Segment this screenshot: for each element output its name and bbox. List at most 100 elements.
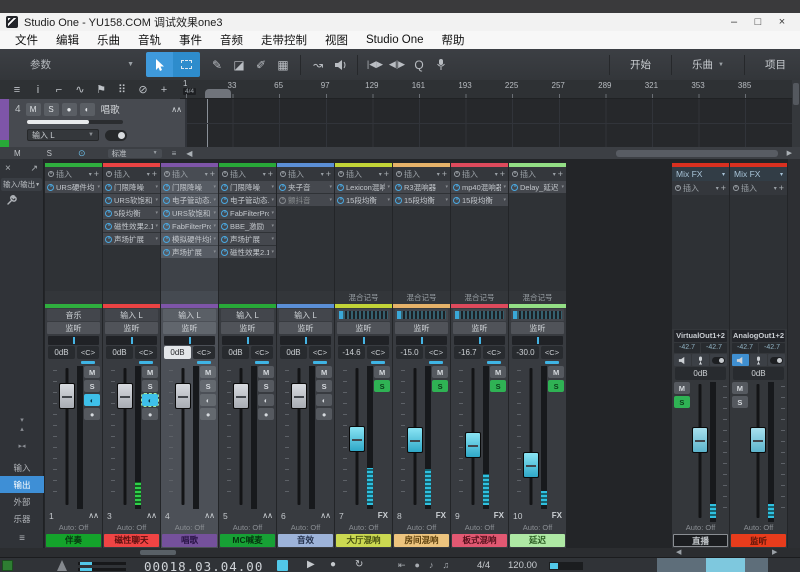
insert-power-icon[interactable] <box>279 197 286 204</box>
insert-power-icon[interactable] <box>511 184 518 191</box>
mixer-nav-乐器[interactable]: 乐器 <box>0 510 44 527</box>
toolbar-button-1[interactable]: 乐曲▼ <box>678 49 738 80</box>
eraser-tool-button[interactable]: ◪ <box>228 52 250 77</box>
transport-mode-icon-1[interactable]: ● <box>415 560 420 571</box>
insert-slot[interactable]: 磁性效果2.1▾ <box>219 246 276 258</box>
menu-item[interactable]: 事件 <box>170 32 211 48</box>
insert-power-icon[interactable] <box>47 184 54 191</box>
cue-button[interactable]: 监听 <box>163 322 216 334</box>
insert-slot[interactable]: 15段均衡▾ <box>451 194 508 206</box>
track-record-button[interactable]: ● <box>62 103 77 116</box>
horizontal-scrollbar-thumb[interactable] <box>616 150 778 157</box>
add-insert-button[interactable]: + <box>210 169 215 179</box>
insert-power-icon[interactable] <box>279 184 286 191</box>
add-insert-button[interactable]: + <box>94 169 99 179</box>
scroll-left-arrow[interactable]: ◀ <box>186 149 192 158</box>
fader-track[interactable] <box>290 366 309 509</box>
volume-value[interactable]: 0dB <box>733 367 784 380</box>
solo-button[interactable]: S <box>432 380 448 392</box>
channel-input-row[interactable] <box>453 309 506 321</box>
automation-status[interactable]: Auto: Off <box>161 522 218 534</box>
automation-status[interactable]: Auto: Off <box>219 522 276 534</box>
footer-solo-button[interactable]: S <box>47 149 52 158</box>
insert-power-icon[interactable] <box>163 184 170 191</box>
menu-item[interactable]: Studio One <box>357 34 433 46</box>
fader-handle[interactable] <box>117 383 134 409</box>
solo-button[interactable]: S <box>732 396 748 408</box>
channel-input-row[interactable] <box>395 309 448 321</box>
solo-button[interactable]: S <box>200 380 216 392</box>
paint-tool-button[interactable]: ✐ <box>250 52 272 77</box>
add-insert-button[interactable]: + <box>442 169 447 179</box>
monitor-button[interactable]: ◐ <box>316 394 332 406</box>
volume-value[interactable]: 0dB <box>222 346 249 359</box>
scroll-left-arrow[interactable]: ◀ <box>676 548 681 556</box>
add-insert-button[interactable]: + <box>326 169 331 179</box>
pan-slider[interactable] <box>164 336 215 345</box>
record-arm-button[interactable]: ● <box>316 408 332 420</box>
power-icon[interactable] <box>338 171 344 177</box>
fader-track[interactable] <box>232 366 251 509</box>
menu-item[interactable]: 音频 <box>211 32 252 48</box>
power-icon[interactable] <box>675 185 681 191</box>
master-output-strip[interactable]: Mix FX ▾ 插入 ▾ + AnalogOut1+2 -42.7 -42.7… <box>730 163 787 548</box>
toolbar-button-0[interactable]: 开始 <box>616 49 665 80</box>
insert-power-icon[interactable] <box>105 210 112 217</box>
insert-slot[interactable]: 磁性效果2.1▾ <box>103 220 160 232</box>
pan-value[interactable]: <C> <box>309 346 331 359</box>
chevron-down-icon[interactable]: ▾ <box>780 171 783 178</box>
inserts-header[interactable]: 插入 ▾ + <box>730 181 787 195</box>
fader-track[interactable] <box>116 366 135 509</box>
fader-track[interactable] <box>464 366 483 509</box>
mixer-channel-strip[interactable]: 插入 ▾ + R3混响器▾15段均衡▾ 混合记号 监听 -15.0 <C> <box>393 163 450 548</box>
insert-power-icon[interactable] <box>163 210 170 217</box>
chevron-down-icon[interactable]: ▾ <box>716 185 719 192</box>
pan-value[interactable]: <C> <box>77 346 99 359</box>
insert-power-icon[interactable] <box>221 249 228 256</box>
track-volume-slider[interactable] <box>27 120 123 124</box>
monitor-button[interactable]: ◐ <box>258 394 274 406</box>
fader-handle[interactable] <box>750 427 767 453</box>
fader-track[interactable] <box>691 382 710 522</box>
record-button[interactable]: ● <box>330 559 336 570</box>
mute-button[interactable]: M <box>490 366 506 378</box>
output-name-tag[interactable]: 监听 <box>731 534 786 547</box>
insert-slot[interactable]: 电子管动态..▾ <box>219 194 276 206</box>
sends-row[interactable]: 混合记号 <box>509 291 566 304</box>
mute-button[interactable]: M <box>200 366 216 378</box>
arrange-vertical-scrollbar[interactable] <box>792 80 800 147</box>
pan-value[interactable]: <C> <box>483 346 505 359</box>
arrange-tool-icon-1[interactable]: i <box>29 84 47 96</box>
fader-handle[interactable] <box>349 426 366 452</box>
insert-power-icon[interactable] <box>395 184 402 191</box>
record-arm-button[interactable]: ● <box>200 408 216 420</box>
volume-value[interactable]: -14.6 <box>338 346 365 359</box>
add-insert-button[interactable]: + <box>779 183 784 193</box>
mixer-channel-strip[interactable]: 插入 ▾ + 夹子音▾颤抖音▾ 混合记号 输入 L 监听 0dB <C> <box>277 163 334 548</box>
insert-slot[interactable]: URS硬件均▾ <box>45 181 102 193</box>
inserts-header[interactable]: 插入 ▾ + <box>509 167 566 181</box>
transport-mode-icon-0[interactable]: ⇤ <box>398 560 406 571</box>
time-display[interactable]: 00018.03.04.00 <box>144 559 263 572</box>
inserts-header[interactable]: 插入 ▾ + <box>335 167 392 181</box>
channel-name-tag[interactable]: 大厅混响 <box>336 534 391 547</box>
pan-value[interactable]: <C> <box>541 346 563 359</box>
pan-slider[interactable] <box>512 336 563 345</box>
fader-handle[interactable] <box>407 427 424 453</box>
list-icon[interactable]: ≡ <box>172 149 177 158</box>
inserts-header[interactable]: 插入 ▾ + <box>161 167 218 181</box>
power-icon[interactable] <box>454 171 460 177</box>
inserts-header[interactable]: 插入 ▾ + <box>672 181 729 195</box>
solo-button[interactable]: S <box>374 380 390 392</box>
click-level-sliders[interactable] <box>78 560 126 571</box>
range-tool-button[interactable] <box>173 52 200 77</box>
cue-button[interactable]: 监听 <box>221 322 274 334</box>
insert-slot[interactable]: 5段均衡▾ <box>103 207 160 219</box>
automation-status[interactable]: Auto: Off <box>451 522 508 534</box>
menu-item[interactable]: 乐曲 <box>88 32 129 48</box>
monitor-speaker-button[interactable] <box>732 354 749 366</box>
output-name[interactable]: VirtualOut1+2 <box>674 330 727 342</box>
pin-icon[interactable]: ↗ <box>30 163 38 174</box>
monitor-button[interactable]: ◐ <box>200 394 216 406</box>
menu-item[interactable]: 走带控制 <box>252 32 316 48</box>
